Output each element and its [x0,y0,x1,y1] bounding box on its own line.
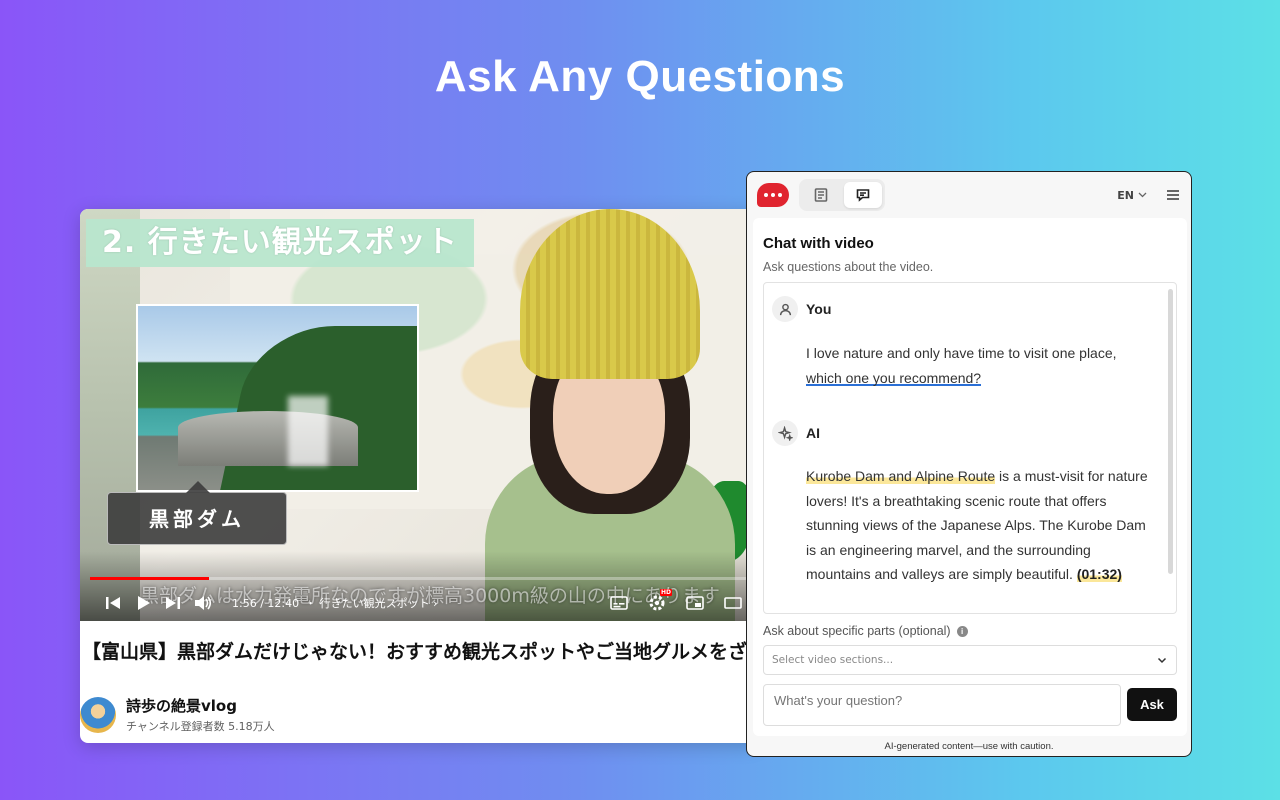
section-label-text: Ask about specific parts (optional) [763,624,951,638]
view-tabs [799,179,885,211]
progress-played [90,577,209,580]
chevron-down-icon [1157,657,1167,664]
chat-body: Chat with video Ask questions about the … [753,218,1187,736]
info-icon[interactable]: i [956,625,968,637]
ai-message-text: is a must-visit for nature lovers! It's … [806,468,1148,582]
dam-photo [136,304,419,492]
theater-icon[interactable] [718,589,748,617]
time-display: 1:56 / 12:40 [232,596,300,610]
player-controls: 1:56 / 12:40 ・ 行きたい観光スポット › HD [98,589,748,617]
app-logo-icon [757,183,789,207]
user-message-header: You [772,296,831,322]
panel-header: EN [747,172,1191,218]
subscriber-count: チャンネル登録者数 5.18万人 [126,720,275,733]
user-message-underlined: which one you recommend? [806,369,982,386]
chapter-caption: 2. 行きたい観光スポット [86,219,474,267]
timestamp-link[interactable]: (01:32) [1076,566,1122,582]
hd-badge: HD [659,589,672,596]
ai-disclaimer: AI-generated content—use with caution. [884,741,1054,752]
language-selector[interactable]: EN [1117,189,1147,202]
video-sections-placeholder: Select video sections... [772,654,894,666]
user-icon [772,296,798,322]
scrollbar[interactable] [1168,289,1173,574]
next-icon[interactable] [158,589,188,617]
conversation-list[interactable]: You I love nature and only have time to … [763,282,1177,614]
subtitles-icon[interactable] [604,589,634,617]
video-title[interactable]: 【富山県】黒部ダムだけじゃない！おすすめ観光スポットやご当地グルメをざ [80,637,760,664]
ai-message: Kurobe Dam and Alpine Route is a must-vi… [806,464,1156,587]
user-message-text: I love nature and only have time to visi… [806,345,1117,361]
ask-button[interactable]: Ask [1127,688,1177,721]
video-sections-select[interactable]: Select video sections... [763,645,1177,675]
channel-row: 詩歩の絶景vlog チャンネル登録者数 5.18万人 [80,695,275,734]
document-icon [814,188,828,202]
video-player[interactable]: 2. 行きたい観光スポット 黒部ダム 黒部ダムは水力発電所なのですが標高3000… [80,209,760,621]
section-label: Ask about specific parts (optional) i [763,624,968,638]
ai-highlight: Kurobe Dam and Alpine Route [806,468,996,484]
volume-icon[interactable] [188,589,218,617]
progress-bar[interactable] [90,577,750,580]
question-input[interactable] [763,684,1121,726]
chat-title: Chat with video [763,235,874,252]
chapter-link[interactable]: ・ 行きたい観光スポット › [305,595,437,611]
chat-bubble-icon [856,189,870,202]
channel-avatar[interactable] [80,696,116,733]
play-icon[interactable] [128,589,158,617]
menu-icon[interactable] [1167,190,1181,200]
ai-role-label: AI [806,425,820,441]
miniplayer-icon[interactable] [680,589,710,617]
place-label: 黒部ダム [107,481,287,545]
user-message: I love nature and only have time to visi… [806,341,1156,390]
tab-summary[interactable] [802,182,840,208]
video-card: 2. 行きたい観光スポット 黒部ダム 黒部ダムは水力発電所なのですが標高3000… [80,209,760,743]
sparkle-icon [772,420,798,446]
ai-message-header: AI [772,420,820,446]
channel-name[interactable]: 詩歩の絶景vlog [126,695,275,716]
tab-chat[interactable] [844,182,882,208]
user-role-label: You [806,301,832,317]
chat-subtitle: Ask questions about the video. [763,260,934,274]
hero-title: Ask Any Questions [434,52,846,101]
settings-icon[interactable]: HD [642,589,672,617]
chevron-down-icon [1138,192,1147,198]
chat-extension-panel: EN Chat with video Ask questions about t… [746,171,1192,757]
language-label: EN [1117,188,1134,202]
previous-icon[interactable] [98,589,128,617]
